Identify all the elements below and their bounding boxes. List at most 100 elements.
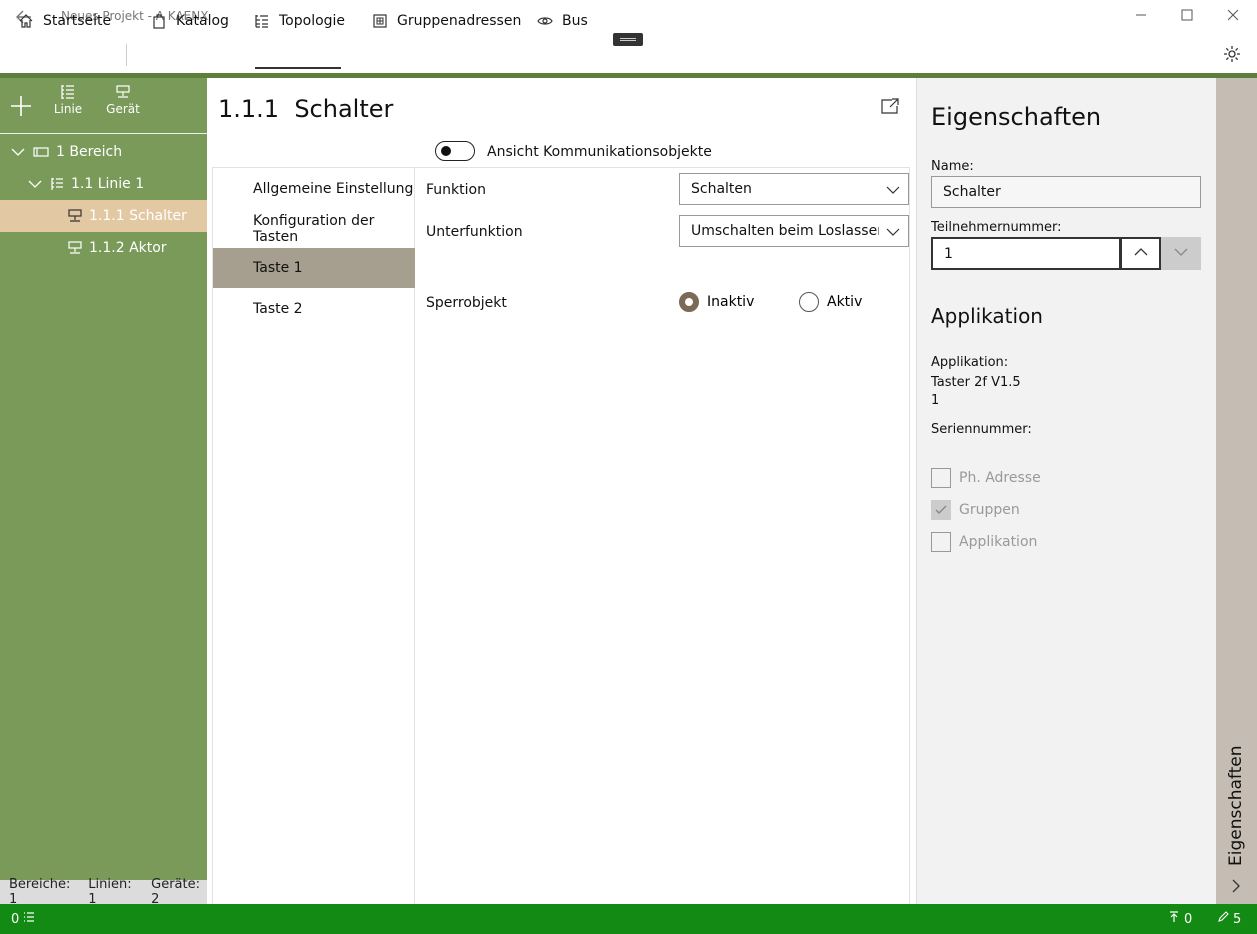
checkbox-checked[interactable]	[931, 500, 951, 520]
tn-label: Teilnehmernummer:	[931, 220, 1062, 235]
application-heading: Applikation	[931, 304, 1043, 328]
tree-item-device-schalter[interactable]: 1.1.1 Schalter	[0, 200, 207, 232]
increment-button[interactable]	[1121, 237, 1161, 270]
line-label: Linie	[53, 102, 83, 116]
radio-button-checked[interactable]	[679, 292, 699, 312]
nav-label: Gruppenadressen	[397, 13, 522, 29]
chevron-down-icon[interactable]	[11, 147, 25, 157]
unterfunktion-select[interactable]: Umschalten beim Loslassen de	[679, 215, 909, 247]
chevron-down-icon[interactable]	[28, 179, 42, 189]
funktion-select[interactable]: Schalten	[679, 173, 909, 205]
nav-label: Topologie	[279, 13, 346, 29]
checkbox[interactable]	[931, 468, 951, 488]
application-name: Taster 2f V1.5	[931, 375, 1021, 390]
device-label: Gerät	[106, 102, 140, 116]
properties-title: Eigenschaften	[931, 103, 1102, 131]
param-group-label: Taste 1	[253, 260, 303, 276]
upload-count[interactable]: 0	[1168, 911, 1192, 927]
queue-count[interactable]: 0	[11, 911, 35, 927]
radio-label: Aktiv	[827, 294, 863, 310]
tree-item-device-aktor[interactable]: 1.1.2 Aktor	[0, 232, 207, 264]
tree-item-label: 1.1 Linie 1	[71, 176, 145, 192]
nav-gruppenadressen[interactable]: Gruppenadressen	[372, 8, 521, 34]
add-device-button[interactable]: Gerät	[103, 84, 143, 116]
catalog-icon	[151, 13, 167, 29]
chevron-up-icon	[1134, 245, 1148, 263]
unterfunktion-label: Unterfunktion	[426, 224, 523, 240]
tn-value: 1	[944, 245, 953, 262]
radio-label: Inaktiv	[707, 294, 755, 310]
drag-handle[interactable]	[613, 33, 643, 46]
queue-count-value: 0	[11, 911, 20, 927]
name-value: Schalter	[943, 184, 1001, 200]
device-icon	[103, 84, 143, 102]
add-button[interactable]	[8, 94, 34, 121]
status-bar	[0, 904, 1257, 934]
popout-icon[interactable]	[880, 97, 900, 115]
decrement-button[interactable]	[1161, 237, 1201, 270]
tn-input[interactable]: 1	[931, 237, 1121, 270]
param-group-label: Konfiguration der Tasten	[253, 213, 375, 245]
application-version: 1	[931, 393, 940, 408]
nav-bus[interactable]: Bus	[537, 8, 588, 34]
param-group-item[interactable]: Allgemeine Einstellung	[213, 169, 415, 209]
edit-count-value: 5	[1233, 911, 1242, 927]
minimize-button[interactable]	[1118, 4, 1164, 30]
maximize-button[interactable]	[1164, 4, 1210, 30]
bus-icon	[537, 13, 553, 29]
checkbox-groups[interactable]: Gruppen	[931, 500, 1020, 520]
application-label: Applikation:	[931, 355, 1009, 370]
properties-vertical-label: Eigenschaften	[1226, 745, 1246, 866]
chevron-down-icon	[886, 225, 900, 239]
chevron-down-icon	[1174, 245, 1188, 263]
page-title: 1.1.1 Schalter	[218, 95, 394, 123]
radio-aktiv[interactable]: Aktiv	[799, 292, 862, 312]
nav-label: Startseite	[43, 13, 112, 29]
sidebar-divider	[0, 133, 207, 134]
param-group-item[interactable]: Taste 1	[213, 248, 415, 288]
topology-icon	[254, 13, 270, 29]
add-line-button[interactable]: Linie	[48, 84, 88, 116]
edit-count[interactable]: 5	[1217, 911, 1241, 927]
upload-icon	[1168, 911, 1180, 927]
nav-label: Bus	[562, 13, 588, 29]
nav-label: Katalog	[176, 13, 229, 29]
checkbox-ph-address[interactable]: Ph. Adresse	[931, 468, 1041, 488]
serial-label: Seriennummer:	[931, 422, 1032, 437]
checkbox-label: Ph. Adresse	[959, 470, 1041, 486]
pencil-icon	[1217, 911, 1229, 927]
radio-button[interactable]	[799, 292, 819, 312]
nav-selected-indicator	[255, 67, 341, 69]
tree-item-area[interactable]: 1 Bereich	[0, 136, 207, 168]
param-group-item[interactable]: Konfiguration der Tasten	[213, 209, 415, 249]
radio-inaktiv[interactable]: Inaktiv	[679, 292, 754, 312]
line-count: Linien: 1	[88, 877, 132, 907]
nav-topologie[interactable]: Topologie	[254, 8, 345, 34]
chevron-right-icon[interactable]	[1229, 879, 1243, 893]
tree-item-line[interactable]: 1.1 Linie 1	[0, 168, 207, 200]
param-group-label: Taste 2	[253, 301, 303, 317]
param-group-label: Allgemeine Einstellung	[253, 181, 414, 197]
upload-count-value: 0	[1184, 911, 1193, 927]
nav-startseite[interactable]: Startseite	[18, 8, 111, 34]
name-label: Name:	[931, 159, 974, 174]
checkbox-label: Applikation	[959, 534, 1038, 550]
device-icon	[68, 241, 82, 255]
name-input[interactable]: Schalter	[931, 176, 1201, 208]
home-icon	[18, 13, 34, 29]
nav-katalog[interactable]: Katalog	[151, 8, 229, 34]
unterfunktion-value: Umschalten beim Loslassen de	[691, 223, 879, 239]
checkbox-label: Gruppen	[959, 502, 1020, 518]
funktion-label: Funktion	[426, 182, 486, 198]
group-address-icon	[372, 13, 388, 29]
chevron-down-icon	[886, 183, 900, 197]
gear-icon[interactable]	[1222, 44, 1242, 64]
checkbox[interactable]	[931, 532, 951, 552]
checkbox-application[interactable]: Applikation	[931, 532, 1037, 552]
close-button[interactable]	[1210, 4, 1256, 30]
device-icon	[68, 209, 82, 223]
sperrobjekt-label: Sperrobjekt	[426, 295, 507, 311]
line-icon	[48, 84, 88, 102]
tree-item-label: 1 Bereich	[56, 144, 123, 160]
param-group-item[interactable]: Taste 2	[213, 289, 415, 329]
